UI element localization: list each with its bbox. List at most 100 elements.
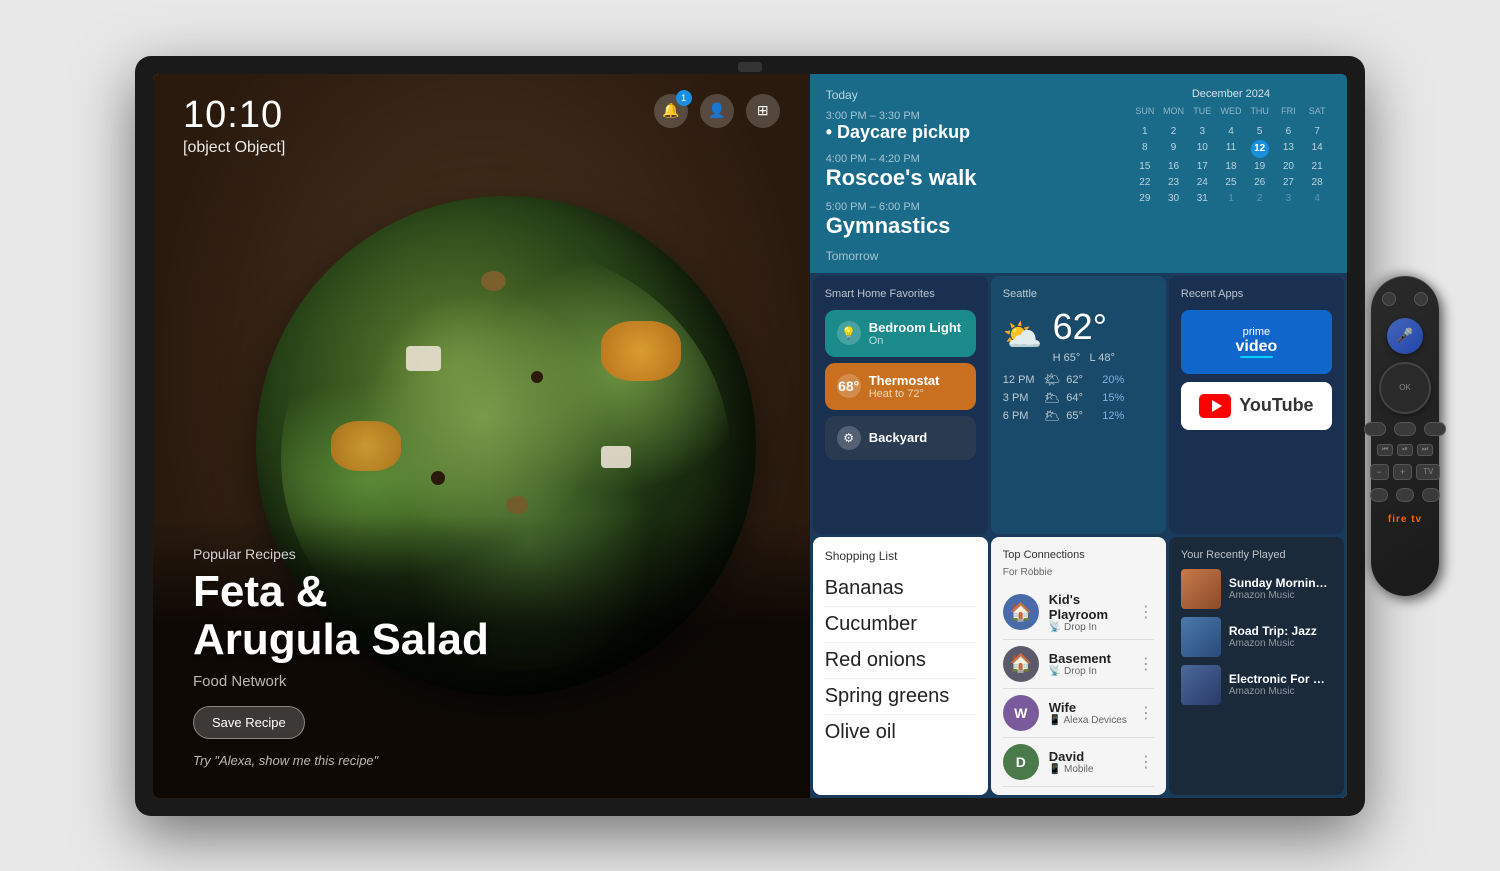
event-1: 3:00 PM – 3:30 PM • Daycare pickup [826, 110, 1121, 143]
event-2: 4:00 PM – 4:20 PM Roscoe's walk [826, 153, 1121, 191]
connection-more-wife[interactable]: ⋮ [1138, 703, 1154, 723]
connection-playroom[interactable]: 🏠 Kid's Playroom 📡 Drop In ⋮ [1003, 586, 1154, 640]
recently-played-title: Your Recently Played [1181, 549, 1332, 561]
event-2-name: Roscoe's walk [826, 165, 1121, 191]
remote-nav-ring[interactable]: OK [1379, 362, 1431, 414]
event-2-time: 4:00 PM – 4:20 PM [826, 153, 1121, 165]
prime-video-button[interactable]: prime video [1181, 310, 1332, 374]
event-1-time: 3:00 PM – 3:30 PM [826, 110, 1121, 122]
connection-more-playroom[interactable]: ⋮ [1138, 602, 1154, 622]
remote-extra-2[interactable] [1396, 488, 1414, 502]
calendar-month: December 2024 [1131, 88, 1331, 100]
music-item-3[interactable]: Electronic For Work Amazon Music [1181, 665, 1332, 705]
remote-rewind-button[interactable]: ⏮ [1377, 444, 1393, 456]
remote-power-button[interactable] [1382, 292, 1396, 306]
remote-extra-row [1370, 488, 1440, 502]
remote-tv-button[interactable]: TV [1416, 464, 1440, 480]
music-item-1[interactable]: Sunday Morning Soul Amazon Music [1181, 569, 1332, 609]
connection-wife[interactable]: W Wife 📱 Alexa Devices ⋮ [1003, 689, 1154, 738]
recent-apps-widget: Recent Apps prime video [1169, 276, 1344, 534]
forecast-icon-2: 🌥 [1044, 390, 1061, 406]
connection-basement[interactable]: 🏠 Basement 📡 Drop In ⋮ [1003, 640, 1154, 689]
video-label: video [1236, 338, 1278, 356]
menu-icon[interactable]: ⊞ [746, 94, 780, 128]
event-3-name: Gymnastics [826, 213, 1121, 239]
notification-icon[interactable]: 🔔 1 [654, 94, 688, 128]
prime-underline [1240, 356, 1273, 358]
music-item-2[interactable]: Road Trip: Jazz Amazon Music [1181, 617, 1332, 657]
firetv-logo: fire tv [1388, 514, 1422, 525]
forecast-precip-3: 12% [1102, 410, 1124, 422]
connection-status-david: 📱 Mobile [1049, 764, 1128, 775]
backyard-info: Backyard [869, 430, 964, 445]
connection-david[interactable]: D David 📱 Mobile ⋮ [1003, 738, 1154, 787]
music-thumb-3 [1181, 665, 1221, 705]
shopping-item-1[interactable]: Bananas [825, 571, 976, 607]
remote-menu-button[interactable] [1424, 422, 1446, 436]
connection-info-playroom: Kid's Playroom 📡 Drop In [1049, 592, 1128, 633]
music-title-3: Electronic For Work [1229, 672, 1332, 686]
remote-play-button[interactable]: ⏯ [1397, 444, 1413, 456]
thermostat-name: Thermostat [869, 373, 964, 388]
shopping-item-4[interactable]: Spring greens [825, 679, 976, 715]
weather-temp: 62° [1053, 306, 1115, 348]
connection-more-basement[interactable]: ⋮ [1138, 654, 1154, 674]
remote-vol-down-button[interactable]: − [1370, 464, 1389, 480]
remote-extra-3[interactable] [1422, 488, 1440, 502]
recently-played-widget: Your Recently Played Sunday Morning Soul… [1169, 537, 1344, 795]
left-panel: 10:10 [object Object] 🔔 1 👤 ⊞ [153, 74, 810, 798]
forecast-time-3: 6 PM [1003, 410, 1038, 422]
forecast-temp-3: 65° [1066, 410, 1096, 422]
connection-avatar-david: D [1003, 744, 1039, 780]
remote-media-row: ⏮ ⏯ ⏭ [1377, 444, 1433, 456]
widgets-grid: Smart Home Favorites 💡 Bedroom Light On … [810, 273, 1347, 798]
remote-top-row [1382, 292, 1428, 306]
top-icons: 🔔 1 👤 ⊞ [654, 94, 780, 128]
today-section: Today 3:00 PM – 3:30 PM • Daycare pickup… [810, 74, 1347, 273]
connection-info-basement: Basement 📡 Drop In [1049, 651, 1128, 677]
shopping-list-title: Shopping List [825, 549, 976, 563]
bedroom-light-button[interactable]: 💡 Bedroom Light On [825, 310, 976, 357]
shopping-item-3[interactable]: Red onions [825, 643, 976, 679]
weather-hl: H 65° L 48° [1053, 352, 1115, 364]
remote-home-button[interactable] [1394, 422, 1416, 436]
nav-center-label: OK [1399, 384, 1411, 392]
save-recipe-button[interactable]: Save Recipe [193, 706, 305, 739]
shopping-list-widget: Shopping List Bananas Cucumber Red onion… [813, 537, 988, 795]
remote-extra-1[interactable] [1370, 488, 1388, 502]
scene: 10:10 [object Object] 🔔 1 👤 ⊞ [0, 0, 1500, 871]
tv-notch [738, 62, 762, 72]
recipe-title-line2: Arugula Salad [193, 615, 489, 664]
shopping-item-5[interactable]: Olive oil [825, 715, 976, 750]
youtube-play-icon [1212, 400, 1222, 412]
remote-vol-up-button[interactable]: + [1393, 464, 1412, 480]
music-title-2: Road Trip: Jazz [1229, 624, 1332, 638]
youtube-button[interactable]: YouTube [1181, 382, 1332, 430]
thermostat-icon: 68° [837, 374, 861, 398]
alexa-mic-button[interactable]: 🎤 [1387, 318, 1423, 354]
profile-icon[interactable]: 👤 [700, 94, 734, 128]
remote-forward-button[interactable]: ⏭ [1417, 444, 1433, 456]
connection-status-playroom: 📡 Drop In [1049, 622, 1128, 633]
bedroom-light-info: Bedroom Light On [869, 320, 964, 347]
remote-body: 🎤 OK ⏮ ⏯ ⏭ − + TV [1371, 276, 1439, 596]
forecast-row-3: 6 PM 🌥 65° 12% [1003, 408, 1154, 424]
bedroom-light-status: On [869, 335, 964, 347]
recipe-category: Popular Recipes [193, 546, 770, 562]
connection-more-david[interactable]: ⋮ [1138, 752, 1154, 772]
forecast-temp-1: 62° [1066, 374, 1096, 386]
connection-avatar-wife: W [1003, 695, 1039, 731]
shopping-item-2[interactable]: Cucumber [825, 607, 976, 643]
thermostat-button[interactable]: 68° Thermostat Heat to 72° [825, 363, 976, 410]
music-thumb-2 [1181, 617, 1221, 657]
backyard-button[interactable]: ⚙ Backyard [825, 416, 976, 460]
alexa-hint: Try "Alexa, show me this recipe" [193, 753, 770, 768]
today-date[interactable]: 12 [1251, 140, 1269, 158]
remote-mute-button[interactable] [1414, 292, 1428, 306]
weather-widget: Seattle ⛅ 62° H 65° L 48° [991, 276, 1166, 534]
forecast-icon-1: 🌤 [1044, 372, 1061, 388]
recipe-overlay: Popular Recipes Feta & Arugula Salad Foo… [153, 516, 810, 798]
music-info-3: Electronic For Work Amazon Music [1229, 672, 1332, 697]
tv-frame: 10:10 [object Object] 🔔 1 👤 ⊞ [135, 56, 1365, 816]
remote-back-button[interactable] [1364, 422, 1386, 436]
